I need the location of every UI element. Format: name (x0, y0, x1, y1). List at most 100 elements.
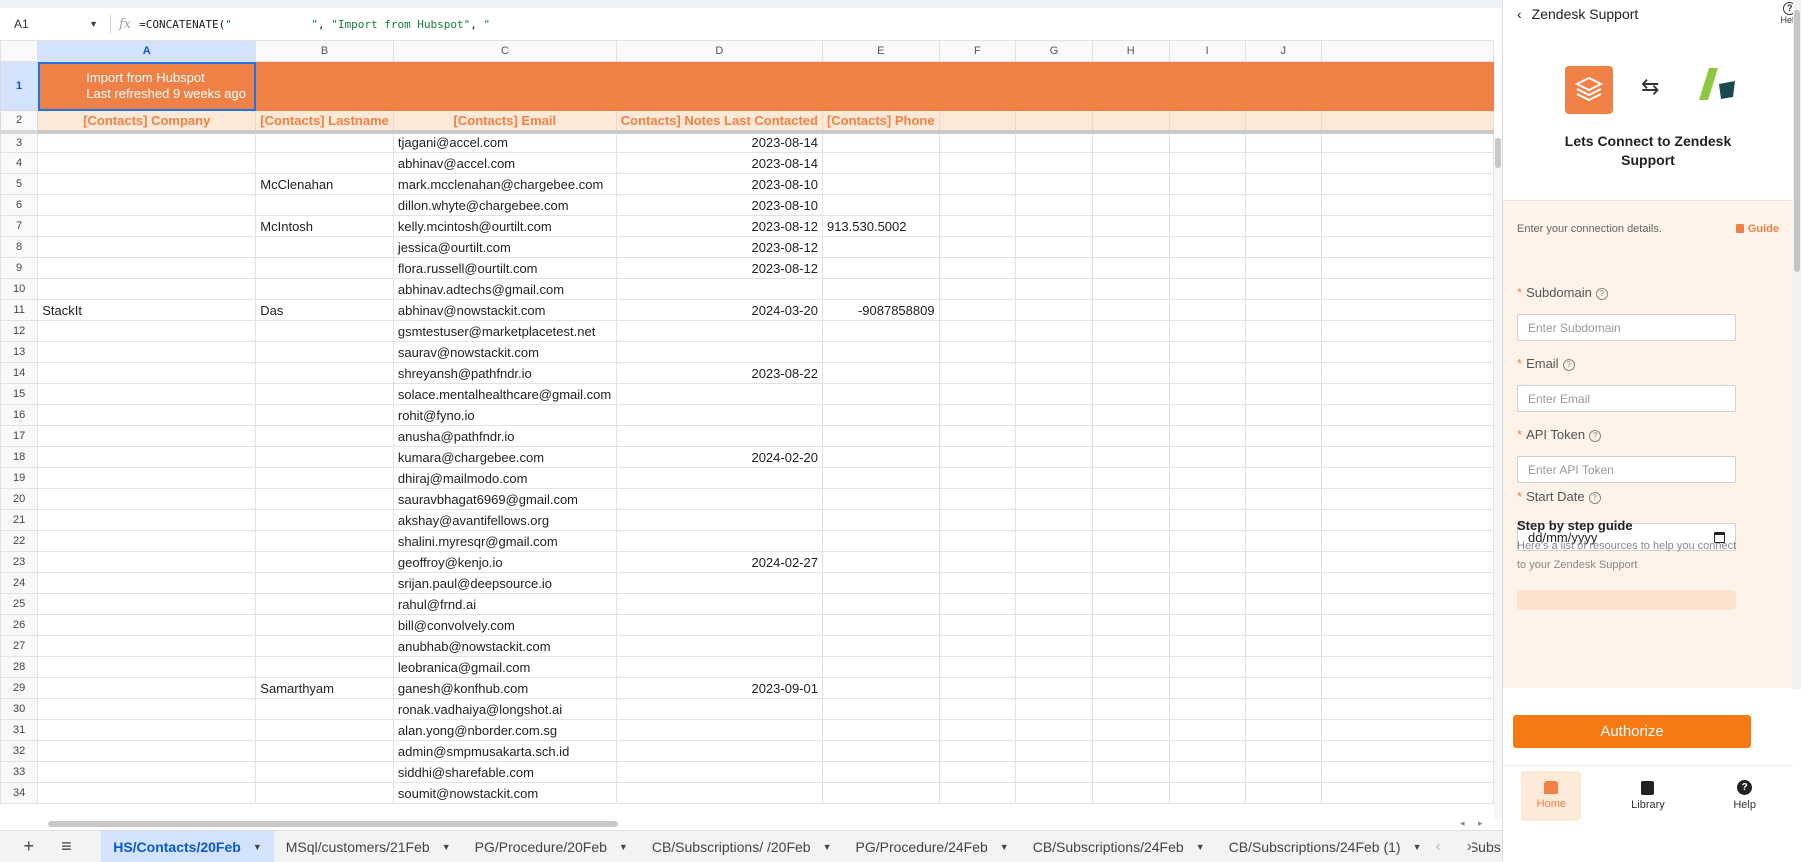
cell[interactable] (1091, 551, 1170, 573)
field-header-cell[interactable]: [Contacts] Company (37, 110, 257, 134)
column-header[interactable]: I (1168, 40, 1246, 62)
cell-email[interactable]: kumara@chargebee.com (392, 446, 617, 468)
cell-company[interactable] (37, 488, 257, 510)
cell[interactable] (1244, 572, 1322, 594)
cell[interactable] (1091, 236, 1170, 258)
guide-link[interactable]: Guide (1735, 223, 1779, 235)
cell-email[interactable]: ganesh@konfhub.com (392, 677, 617, 699)
cell[interactable] (938, 530, 1017, 552)
info-icon[interactable]: ? (1589, 430, 1602, 442)
cell[interactable] (1244, 740, 1322, 762)
row-header[interactable]: 14 (0, 362, 39, 384)
cell-email[interactable]: rohit@fyno.io (392, 404, 617, 426)
field-header-cell[interactable] (1320, 110, 1494, 134)
cell[interactable] (1168, 614, 1246, 636)
cell[interactable] (938, 362, 1017, 384)
nav-home[interactable]: Home (1521, 770, 1582, 821)
cell[interactable] (938, 551, 1017, 573)
cell-lastname[interactable] (255, 572, 394, 594)
row-header[interactable]: 13 (0, 341, 39, 363)
chevron-down-icon[interactable]: ▼ (442, 842, 451, 852)
cell[interactable] (1244, 509, 1322, 531)
cell-last-contacted[interactable]: 2024-02-27 (615, 551, 823, 573)
cell[interactable] (1168, 425, 1246, 447)
cell[interactable] (1168, 383, 1246, 405)
cell-phone[interactable] (821, 740, 940, 762)
cell[interactable] (1168, 299, 1246, 321)
add-sheet-button[interactable]: + (10, 836, 48, 857)
cell[interactable] (1244, 257, 1322, 279)
cell[interactable] (1015, 635, 1093, 657)
cell[interactable] (1091, 656, 1170, 678)
cell[interactable] (938, 719, 1017, 741)
cell[interactable] (1091, 530, 1170, 552)
cell[interactable] (1244, 446, 1322, 468)
cell-lastname[interactable] (255, 320, 394, 342)
next-sheet-icon[interactable]: › (1467, 838, 1472, 856)
cell[interactable] (1320, 488, 1494, 510)
cell[interactable] (1320, 740, 1494, 762)
cell[interactable] (1168, 467, 1246, 489)
cell-phone[interactable] (821, 446, 940, 468)
cell-company[interactable] (37, 131, 257, 153)
cell[interactable] (1244, 551, 1322, 573)
cell[interactable] (1320, 635, 1494, 657)
cell[interactable] (255, 61, 394, 111)
cell-phone[interactable] (821, 383, 940, 405)
cell[interactable] (1091, 362, 1170, 384)
cell[interactable] (1168, 404, 1246, 426)
cell-lastname[interactable] (255, 257, 394, 279)
cell[interactable] (1091, 572, 1170, 594)
cell[interactable] (1091, 698, 1170, 720)
cell[interactable] (1015, 299, 1093, 321)
cell-company[interactable] (37, 152, 257, 174)
cell-email[interactable]: kelly.mcintosh@ourtilt.com (392, 215, 617, 237)
cell[interactable] (1320, 782, 1494, 804)
cell-phone[interactable] (821, 677, 940, 699)
row-header[interactable]: 22 (0, 530, 39, 552)
cell[interactable] (1091, 488, 1170, 510)
cell-email[interactable]: shreyansh@pathfndr.io (392, 362, 617, 384)
cell[interactable] (1320, 761, 1494, 783)
cell-lastname[interactable] (255, 698, 394, 720)
cell[interactable] (1244, 341, 1322, 363)
chevron-down-icon[interactable]: ▼ (823, 842, 832, 852)
cell-email[interactable]: abhinav@nowstackit.com (392, 299, 617, 321)
chevron-down-icon[interactable]: ▼ (1196, 842, 1205, 852)
cell[interactable] (1320, 551, 1494, 573)
cell[interactable] (1015, 61, 1093, 111)
cell-company[interactable] (37, 677, 257, 699)
cell[interactable] (1244, 215, 1322, 237)
cell-phone[interactable] (821, 257, 940, 279)
cell-lastname[interactable]: McIntosh (255, 215, 394, 237)
cell-email[interactable]: dillon.whyte@chargebee.com (392, 194, 617, 216)
cell[interactable] (1168, 278, 1246, 300)
nav-help[interactable]: ? Help (1715, 771, 1775, 821)
email-input[interactable]: Enter Email (1517, 385, 1736, 412)
row-header[interactable]: 16 (0, 404, 39, 426)
cell[interactable] (1015, 362, 1093, 384)
calendar-icon[interactable] (1714, 531, 1725, 543)
column-header[interactable]: H (1091, 40, 1170, 62)
cell[interactable] (938, 446, 1017, 468)
info-icon[interactable]: ? (1595, 288, 1608, 300)
cell[interactable] (1091, 341, 1170, 363)
cell[interactable] (1244, 131, 1322, 153)
cell-email[interactable]: solace.mentalhealthcare@gmail.com (392, 383, 617, 405)
cell[interactable] (1015, 467, 1093, 489)
cell-last-contacted[interactable] (615, 740, 823, 762)
cell[interactable] (392, 61, 617, 111)
cell-last-contacted[interactable] (615, 383, 823, 405)
cell[interactable] (1015, 719, 1093, 741)
cell[interactable] (1320, 341, 1494, 363)
cell[interactable] (938, 509, 1017, 531)
cell[interactable] (938, 194, 1017, 216)
cell-company[interactable] (37, 446, 257, 468)
cell[interactable] (1320, 509, 1494, 531)
sheet-tab[interactable]: MSql/customers/21Feb ▼ (274, 831, 463, 862)
column-header[interactable]: E (821, 40, 940, 62)
subdomain-input[interactable]: Enter Subdomain (1517, 314, 1736, 341)
cell[interactable] (1015, 278, 1093, 300)
cell[interactable] (1091, 320, 1170, 342)
cell-last-contacted[interactable] (615, 656, 823, 678)
